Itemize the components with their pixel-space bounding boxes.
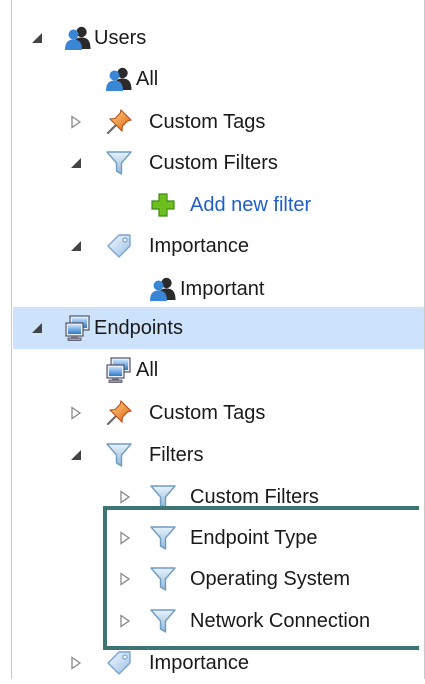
tag-label-icon (105, 232, 133, 260)
tree-node-users[interactable]: Users (13, 17, 424, 59)
tree-node-label: All (136, 68, 159, 90)
add-new-filter-label[interactable]: Add new filter (190, 193, 311, 217)
tree-node-label: Custom Filters (149, 152, 278, 174)
tree-node-label: Endpoints (94, 317, 183, 339)
funnel-icon (149, 607, 177, 635)
tree-node-label: Important (180, 278, 265, 300)
users-group-icon (64, 24, 92, 52)
tag-label-icon (105, 649, 133, 677)
tree-node-endpoints-filters[interactable]: Filters (13, 434, 424, 476)
funnel-icon (149, 524, 177, 552)
tree-node-label: Users (94, 27, 147, 49)
tree-node-endpoint-type[interactable]: Endpoint Type (13, 517, 424, 559)
funnel-icon (149, 565, 177, 593)
tree-node-label: Custom Tags (149, 402, 266, 424)
collapse-arrow-icon[interactable] (69, 239, 83, 253)
tree-node-label: Endpoint Type (190, 527, 318, 549)
expand-arrow-icon[interactable] (118, 490, 132, 504)
tree-node-label: Importance (149, 652, 250, 674)
tree-node-label: Importance (149, 235, 250, 257)
collapse-arrow-icon[interactable] (30, 31, 44, 45)
tree-node-users-important[interactable]: Important (13, 268, 424, 310)
expand-arrow-icon[interactable] (118, 614, 132, 628)
expand-arrow-icon[interactable] (118, 572, 132, 586)
users-group-icon (149, 275, 177, 303)
funnel-icon (105, 441, 133, 469)
tree-node-label: Operating System (190, 568, 351, 590)
tree-node-network-connection[interactable]: Network Connection (13, 600, 424, 642)
pushpin-icon (105, 399, 133, 427)
tree-node-label: Network Connection (190, 610, 371, 632)
plus-icon (149, 191, 177, 219)
tree-node-label: Custom Filters (190, 486, 319, 508)
tree-node-endpoints[interactable]: Endpoints (13, 307, 424, 349)
expand-arrow-icon[interactable] (69, 115, 83, 129)
collapse-arrow-icon[interactable] (30, 321, 44, 335)
expand-arrow-icon[interactable] (69, 656, 83, 670)
pushpin-icon (105, 108, 133, 136)
tree-node-operating-system[interactable]: Operating System (13, 558, 424, 600)
expand-arrow-icon[interactable] (118, 531, 132, 545)
tree-node-label: Custom Tags (149, 111, 266, 133)
tree-node-endpoints-custom-tags[interactable]: Custom Tags (13, 392, 424, 434)
tree-node-label: Filters (149, 444, 204, 466)
tree-node-endpoints-custom-filters[interactable]: Custom Filters (13, 476, 424, 518)
users-group-icon (105, 65, 133, 93)
expand-arrow-icon[interactable] (69, 406, 83, 420)
computer-monitor-icon (105, 356, 133, 384)
collapse-arrow-icon[interactable] (69, 448, 83, 462)
funnel-icon (149, 483, 177, 511)
funnel-icon (105, 149, 133, 177)
tree-node-users-importance[interactable]: Importance (13, 225, 424, 267)
tree-node-users-all[interactable]: All (13, 58, 424, 100)
tree-node-endpoints-importance[interactable]: Importance (13, 642, 424, 684)
tree-node-label: All (136, 359, 159, 381)
tree-node-users-custom-tags[interactable]: Custom Tags (13, 101, 424, 143)
tree-panel: Users All Custom Tags Custom Filters Add… (11, 0, 425, 679)
tree-node-endpoints-all[interactable]: All (13, 349, 424, 391)
add-new-filter-link[interactable]: Add new filter (13, 184, 424, 226)
computer-monitor-icon (64, 314, 92, 342)
collapse-arrow-icon[interactable] (69, 156, 83, 170)
tree-node-users-custom-filters[interactable]: Custom Filters (13, 142, 424, 184)
